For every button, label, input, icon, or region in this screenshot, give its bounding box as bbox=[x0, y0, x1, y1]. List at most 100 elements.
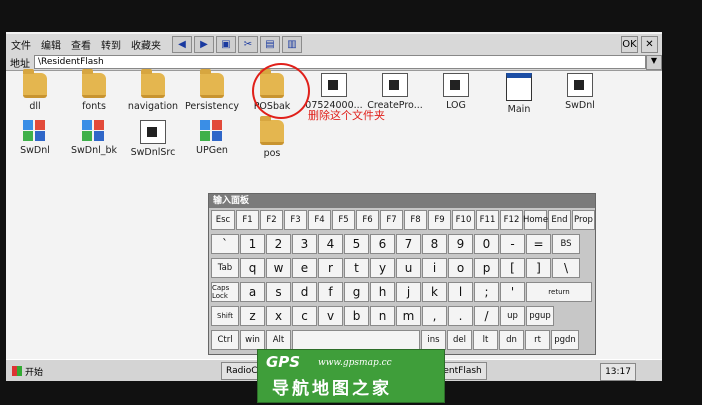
key[interactable]: k bbox=[422, 282, 447, 302]
key[interactable]: v bbox=[318, 306, 343, 326]
file-item[interactable]: pos bbox=[241, 116, 303, 159]
menu-file[interactable]: 文件 bbox=[6, 37, 36, 52]
key[interactable]: End bbox=[548, 210, 571, 230]
key[interactable]: F2 bbox=[260, 210, 283, 230]
key[interactable]: ] bbox=[526, 258, 551, 278]
key[interactable]: ins bbox=[421, 330, 446, 350]
key[interactable]: F7 bbox=[380, 210, 403, 230]
key[interactable]: Ctrl bbox=[211, 330, 239, 350]
key[interactable]: rt bbox=[525, 330, 550, 350]
forward-icon[interactable]: ▶ bbox=[194, 35, 214, 53]
key[interactable]: ' bbox=[500, 282, 525, 302]
key[interactable]: F11 bbox=[476, 210, 499, 230]
key[interactable]: pgdn bbox=[551, 330, 579, 350]
menu-favorites[interactable]: 收藏夹 bbox=[126, 37, 166, 52]
key[interactable]: e bbox=[292, 258, 317, 278]
key[interactable]: n bbox=[370, 306, 395, 326]
key[interactable]: 7 bbox=[396, 234, 421, 254]
key[interactable]: m bbox=[396, 306, 421, 326]
key[interactable]: d bbox=[292, 282, 317, 302]
file-item[interactable]: Main bbox=[488, 73, 550, 115]
key[interactable]: 4 bbox=[318, 234, 343, 254]
key[interactable]: r bbox=[318, 258, 343, 278]
key[interactable]: Esc bbox=[211, 210, 235, 230]
key[interactable]: F8 bbox=[404, 210, 427, 230]
key[interactable]: 3 bbox=[292, 234, 317, 254]
key[interactable]: up bbox=[500, 306, 525, 326]
key[interactable]: ` bbox=[211, 234, 239, 254]
key[interactable]: 6 bbox=[370, 234, 395, 254]
file-item[interactable]: SwDnl bbox=[4, 120, 66, 156]
key[interactable]: x bbox=[266, 306, 291, 326]
back-icon[interactable]: ◀ bbox=[172, 35, 192, 53]
file-item[interactable]: LOG bbox=[425, 73, 487, 111]
key[interactable]: F9 bbox=[428, 210, 451, 230]
menu-view[interactable]: 查看 bbox=[66, 37, 96, 52]
key[interactable]: [ bbox=[500, 258, 525, 278]
cut-icon[interactable]: ✂ bbox=[238, 35, 258, 53]
key[interactable]: l bbox=[448, 282, 473, 302]
menu-goto[interactable]: 转到 bbox=[96, 37, 126, 52]
key[interactable]: g bbox=[344, 282, 369, 302]
key[interactable]: del bbox=[447, 330, 472, 350]
address-input[interactable]: \ResidentFlash bbox=[34, 55, 646, 69]
file-item[interactable]: dll bbox=[4, 69, 66, 112]
key[interactable]: 0 bbox=[474, 234, 499, 254]
file-item[interactable]: 07524000... bbox=[303, 73, 365, 111]
key[interactable]: t bbox=[344, 258, 369, 278]
key[interactable]: h bbox=[370, 282, 395, 302]
key[interactable]: F3 bbox=[284, 210, 307, 230]
key[interactable]: - bbox=[500, 234, 525, 254]
key[interactable]: i bbox=[422, 258, 447, 278]
views-icon[interactable]: ▥ bbox=[282, 35, 302, 53]
key[interactable]: j bbox=[396, 282, 421, 302]
key[interactable]: 5 bbox=[344, 234, 369, 254]
key[interactable]: f bbox=[318, 282, 343, 302]
key[interactable]: ; bbox=[474, 282, 499, 302]
address-dropdown-icon[interactable]: ▼ bbox=[646, 54, 662, 70]
file-item[interactable]: fonts bbox=[63, 69, 125, 112]
key[interactable]: o bbox=[448, 258, 473, 278]
start-button[interactable]: 开始 bbox=[6, 362, 49, 380]
key[interactable]: F5 bbox=[332, 210, 355, 230]
key[interactable]: p bbox=[474, 258, 499, 278]
key[interactable]: Caps Lock bbox=[211, 282, 239, 302]
file-item[interactable]: navigation bbox=[122, 69, 184, 112]
key[interactable]: Home bbox=[523, 210, 548, 230]
key[interactable]: c bbox=[292, 306, 317, 326]
key[interactable]: 9 bbox=[448, 234, 473, 254]
ok-button[interactable]: OK bbox=[621, 36, 638, 53]
key[interactable]: s bbox=[266, 282, 291, 302]
key[interactable]: Tab bbox=[211, 258, 239, 278]
key[interactable]: F12 bbox=[500, 210, 523, 230]
key[interactable]: = bbox=[526, 234, 551, 254]
key[interactable]: 8 bbox=[422, 234, 447, 254]
paste-icon[interactable]: ▤ bbox=[260, 35, 280, 53]
close-icon[interactable]: ✕ bbox=[641, 36, 658, 53]
file-item[interactable]: UPGen bbox=[181, 120, 243, 156]
key[interactable]: / bbox=[474, 306, 499, 326]
menu-edit[interactable]: 编辑 bbox=[36, 37, 66, 52]
up-folder-icon[interactable]: ▣ bbox=[216, 35, 236, 53]
key[interactable]: F1 bbox=[236, 210, 259, 230]
key[interactable]: z bbox=[240, 306, 265, 326]
key-space[interactable] bbox=[292, 330, 420, 350]
key[interactable]: F4 bbox=[308, 210, 331, 230]
key[interactable]: a bbox=[240, 282, 265, 302]
key[interactable]: \ bbox=[552, 258, 580, 278]
file-item[interactable]: CreatePro... bbox=[364, 73, 426, 111]
key[interactable]: F6 bbox=[356, 210, 379, 230]
key[interactable]: q bbox=[240, 258, 265, 278]
key[interactable]: win bbox=[240, 330, 265, 350]
key[interactable]: Alt bbox=[266, 330, 291, 350]
file-item[interactable]: SwDnl_bk bbox=[63, 120, 125, 156]
key[interactable]: 1 bbox=[240, 234, 265, 254]
key[interactable]: BS bbox=[552, 234, 580, 254]
key[interactable]: return bbox=[526, 282, 592, 302]
key[interactable]: Shift bbox=[211, 306, 239, 326]
key[interactable]: u bbox=[396, 258, 421, 278]
key[interactable]: dn bbox=[499, 330, 524, 350]
key[interactable]: 2 bbox=[266, 234, 291, 254]
file-item[interactable]: Persistency bbox=[181, 69, 243, 112]
key[interactable]: . bbox=[448, 306, 473, 326]
